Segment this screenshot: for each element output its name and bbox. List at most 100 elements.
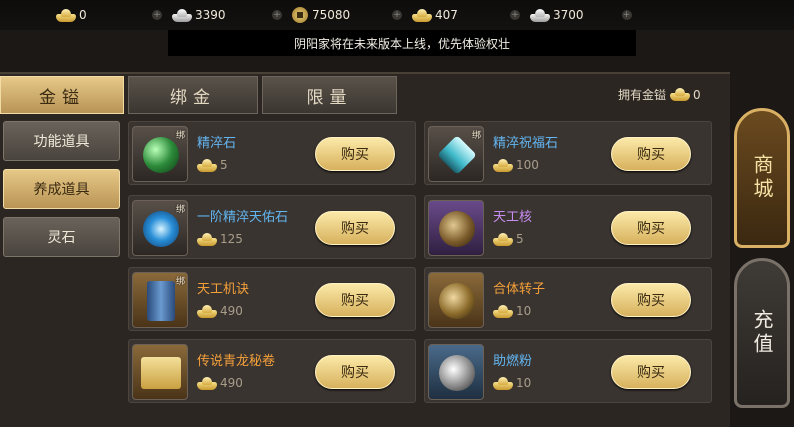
buy-button[interactable]: 购买 [611, 211, 691, 245]
crystal-icon [437, 135, 477, 175]
item-price: 5 [493, 232, 524, 246]
gold-ingot-icon [197, 304, 217, 318]
item-icon [428, 272, 484, 328]
item-price: 10 [493, 304, 531, 318]
currency-value: 75080 [312, 8, 351, 22]
currency-bound-gold: + 407 [392, 6, 458, 24]
item-name: 精淬祝福石 [493, 136, 559, 151]
item-price: 125 [197, 232, 243, 246]
price-value: 5 [220, 158, 228, 172]
price-value: 125 [220, 232, 243, 246]
item-price: 490 [197, 304, 243, 318]
item-name: 一阶精淬天佑石 [197, 210, 289, 225]
price-value: 10 [516, 304, 532, 318]
item-price: 5 [197, 158, 228, 172]
add-currency-icon[interactable]: + [392, 10, 402, 20]
item-icon [428, 344, 484, 400]
tab-limited[interactable]: 限量 [262, 76, 397, 114]
shop-button[interactable]: 商城 [734, 108, 790, 248]
currency-value: 407 [435, 8, 458, 22]
item-price: 490 [197, 376, 243, 390]
sidebar-item-spirit-stone[interactable]: 灵石 [3, 217, 120, 257]
gold-ingot-icon [197, 158, 217, 172]
powder-pouch-icon [439, 355, 475, 391]
shop-item: 助燃粉 10 购买 [424, 339, 712, 403]
gold-ingot-icon [493, 376, 513, 390]
notice-banner: 阴阳家将在未来版本上线，优先体验权壮 [168, 30, 636, 56]
buy-button[interactable]: 购买 [315, 211, 395, 245]
green-orb-icon [143, 137, 179, 173]
currency-silver: + 3390 [152, 6, 226, 24]
currency-silver-2: + 3700 + [510, 6, 632, 24]
bound-tag: 绑 [471, 131, 481, 141]
currency-value: 3700 [553, 8, 584, 22]
item-icon [428, 200, 484, 256]
item-icon: 绑 [132, 272, 188, 328]
owned-gold: 拥有金镒 0 [618, 86, 701, 103]
owned-value: 0 [693, 87, 701, 102]
currency-gold: 0 [56, 6, 87, 24]
item-icon: 绑 [132, 126, 188, 182]
price-value: 100 [516, 158, 539, 172]
item-name: 助燃粉 [493, 354, 533, 369]
add-currency-icon[interactable]: + [621, 10, 632, 20]
gold-ingot-icon [493, 232, 513, 246]
owned-label: 拥有金镒 [618, 88, 667, 102]
buy-button[interactable]: 购买 [315, 355, 395, 389]
buy-button[interactable]: 购买 [611, 283, 691, 317]
shop-item: 绑 天工机诀 490 购买 [128, 267, 416, 331]
price-value: 5 [516, 232, 524, 246]
item-icon [132, 344, 188, 400]
recharge-button[interactable]: 充值 [734, 258, 790, 408]
currency-value: 3390 [195, 8, 226, 22]
swirl-stone-icon [143, 211, 179, 247]
scroll-book-icon [147, 281, 175, 321]
price-value: 10 [516, 376, 532, 390]
gold-ingot-icon [493, 158, 513, 172]
add-currency-icon[interactable]: + [152, 10, 162, 20]
sidebar-item-function-props[interactable]: 功能道具 [3, 121, 120, 161]
ancient-scroll-icon [141, 357, 181, 389]
item-name: 天工核 [493, 210, 533, 225]
shop-item: 天工核 5 购买 [424, 195, 712, 259]
notice-text: 阴阳家将在未来版本上线，优先体验权壮 [293, 37, 510, 51]
item-icon: 绑 [132, 200, 188, 256]
price-value: 490 [220, 376, 243, 390]
shop-item: 合体转子 10 购买 [424, 267, 712, 331]
item-name: 合体转子 [493, 282, 546, 297]
currency-bar: 0 + 3390 + 75080 + 407 + 3700 + [0, 0, 794, 30]
buy-button[interactable]: 购买 [315, 283, 395, 317]
bound-gold-ingot-icon [412, 8, 432, 22]
buy-button[interactable]: 购买 [315, 137, 395, 171]
buy-button[interactable]: 购买 [611, 355, 691, 389]
copper-coin-icon [292, 7, 308, 23]
silver-ingot-icon [172, 8, 192, 22]
shop-item: 绑 精淬祝福石 100 购买 [424, 121, 712, 185]
add-currency-icon[interactable]: + [272, 10, 282, 20]
silver-ingot-icon [530, 8, 550, 22]
item-name: 精淬石 [197, 136, 237, 151]
mechanism-core-icon [439, 211, 475, 247]
currency-value: 0 [79, 8, 87, 22]
gold-ingot-icon [197, 376, 217, 390]
add-currency-icon[interactable]: + [510, 10, 520, 20]
item-name: 天工机诀 [197, 282, 250, 297]
buy-button[interactable]: 购买 [611, 137, 691, 171]
shop-item: 绑 精淬石 5 购买 [128, 121, 416, 185]
item-name: 传说青龙秘卷 [197, 354, 276, 369]
gold-ingot-icon [197, 232, 217, 246]
rotor-icon [439, 283, 475, 319]
gold-ingot-icon [56, 8, 76, 22]
tab-bound-gold[interactable]: 绑金 [128, 76, 258, 114]
bound-tag: 绑 [175, 205, 185, 215]
shop-item: 传说青龙秘卷 490 购买 [128, 339, 416, 403]
gold-ingot-icon [670, 88, 691, 101]
bound-tag: 绑 [175, 131, 185, 141]
shop-item: 绑 一阶精淬天佑石 125 购买 [128, 195, 416, 259]
tab-gold[interactable]: 金镒 [0, 76, 124, 114]
price-value: 490 [220, 304, 243, 318]
sidebar-item-growth-props[interactable]: 养成道具 [3, 169, 120, 209]
item-price: 100 [493, 158, 539, 172]
currency-copper: + 75080 [272, 6, 350, 24]
item-icon: 绑 [428, 126, 484, 182]
